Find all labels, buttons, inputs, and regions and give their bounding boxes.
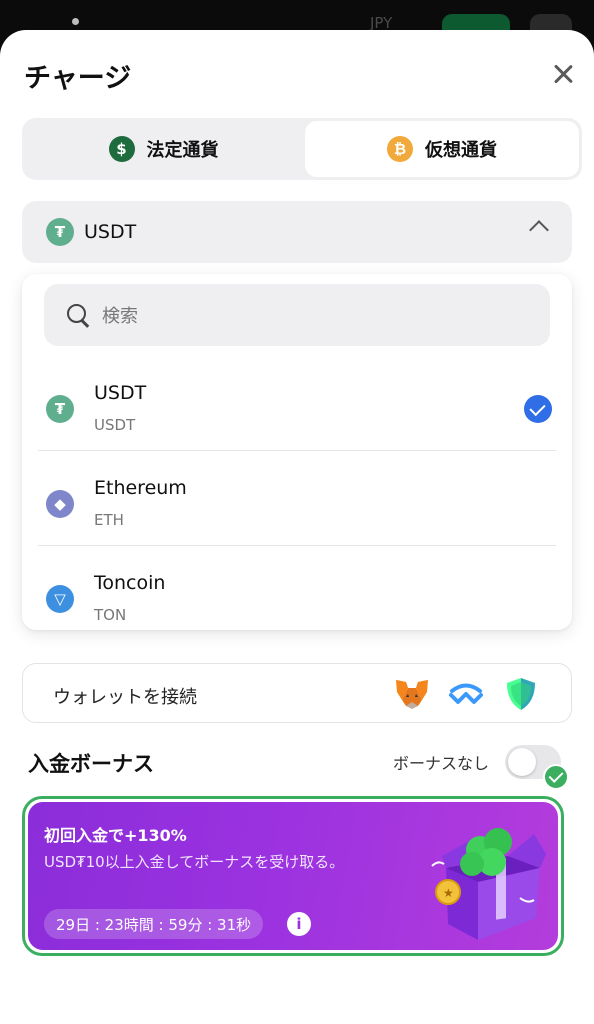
trust-wallet-icon bbox=[507, 678, 535, 710]
search-icon bbox=[66, 303, 90, 327]
metamask-icon bbox=[396, 680, 428, 709]
coin-name: USDT bbox=[94, 382, 147, 404]
walletconnect-icon bbox=[449, 683, 483, 704]
coin-dropdown: 検索 ₮ USDT USDT ◆ Ethereum ETH ▽ Toncoin … bbox=[22, 274, 572, 630]
checkmark-icon bbox=[524, 395, 552, 423]
info-icon[interactable]: i bbox=[287, 912, 311, 936]
ethereum-icon: ◆ bbox=[46, 490, 74, 518]
bonus-selected-check-icon bbox=[543, 764, 569, 790]
coin-code: ETH bbox=[94, 511, 124, 529]
coin-select-value: USDT bbox=[84, 221, 137, 243]
charge-sheet: チャージ $ 法定通貨 ₿ 仮想通貨 ₮ USDT 検索 ₮ USDT USDT… bbox=[0, 30, 594, 1024]
background-dot bbox=[72, 18, 79, 25]
bitcoin-coin-icon: ₿ bbox=[387, 136, 413, 162]
close-icon[interactable] bbox=[548, 60, 578, 90]
coin-name: Ethereum bbox=[94, 477, 187, 499]
dollar-coin-icon: $ bbox=[108, 136, 135, 162]
search-input[interactable]: 検索 bbox=[44, 284, 550, 346]
bonus-card-title: 初回入金で+130% bbox=[44, 826, 187, 845]
tab-crypto-label: 仮想通貨 bbox=[425, 140, 497, 161]
bonus-card-body: 初回入金で+130% USD₮10以上入金してボーナスを受け取る。 29日 : … bbox=[28, 802, 558, 950]
coin-name: Toncoin bbox=[94, 572, 166, 594]
list-item-toncoin[interactable]: ▽ Toncoin TON bbox=[38, 546, 556, 641]
coin-code: TON bbox=[94, 606, 127, 624]
bonus-card[interactable]: 初回入金で+130% USD₮10以上入金してボーナスを受け取る。 29日 : … bbox=[22, 796, 564, 956]
gift-box-icon: ★ bbox=[431, 828, 546, 940]
usdt-icon: ₮ bbox=[46, 395, 74, 423]
coin-code: USDT bbox=[94, 416, 136, 434]
currency-type-tabs: $ 法定通貨 ₿ 仮想通貨 bbox=[22, 118, 582, 180]
usdt-icon: ₮ bbox=[46, 218, 74, 246]
connect-wallet-label: ウォレットを接続 bbox=[53, 687, 197, 708]
list-item-ethereum[interactable]: ◆ Ethereum ETH bbox=[38, 451, 556, 546]
sheet-title: チャージ bbox=[24, 63, 132, 94]
connect-wallet-button[interactable]: ウォレットを接続 bbox=[22, 663, 572, 723]
list-item-usdt[interactable]: ₮ USDT USDT bbox=[38, 356, 556, 451]
tab-crypto[interactable]: ₿ 仮想通貨 bbox=[305, 121, 579, 177]
search-placeholder: 検索 bbox=[102, 306, 138, 327]
toncoin-icon: ▽ bbox=[46, 585, 74, 613]
tab-fiat-label: 法定通貨 bbox=[146, 140, 219, 161]
bonus-countdown: 29日 : 23時間 : 59分 : 31秒 bbox=[44, 909, 264, 939]
chevron-up-icon bbox=[529, 220, 549, 240]
no-bonus-label: ボーナスなし bbox=[393, 754, 490, 773]
bonus-title: 入金ボーナス bbox=[28, 752, 154, 776]
tab-fiat[interactable]: $ 法定通貨 bbox=[25, 121, 302, 177]
bonus-card-subtitle: USD₮10以上入金してボーナスを受け取る。 bbox=[44, 853, 345, 871]
svg-text:★: ★ bbox=[443, 886, 454, 900]
coin-select[interactable]: ₮ USDT bbox=[22, 201, 572, 263]
